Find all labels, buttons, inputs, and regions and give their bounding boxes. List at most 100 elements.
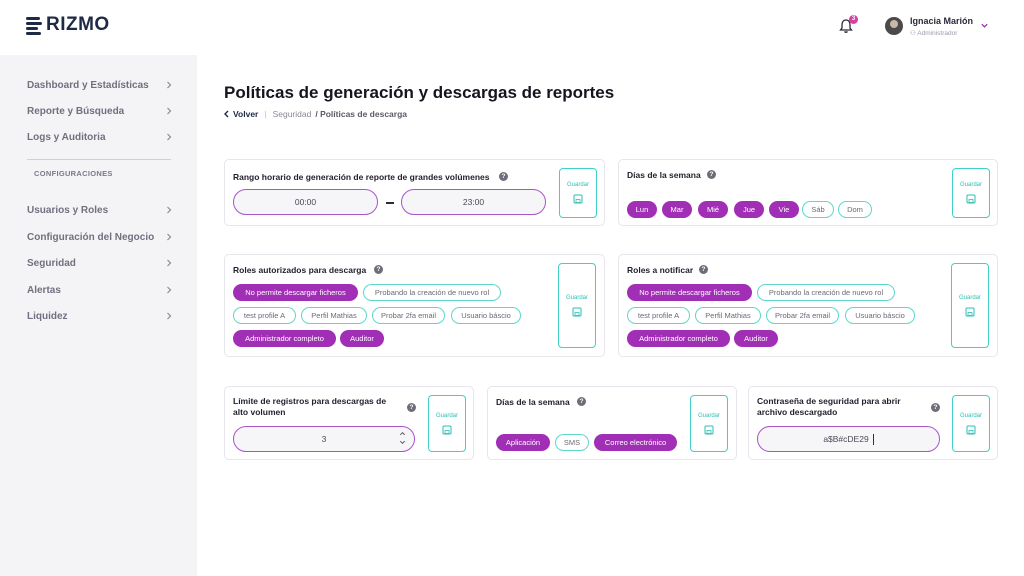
card-title: Límite de registros para descargas de al… [233, 396, 387, 417]
sidebar-item-logs[interactable]: Logs y Auditoria [27, 129, 173, 145]
day-chip-tue[interactable]: Mar [662, 201, 692, 218]
role-chip[interactable]: Administrador completo [233, 330, 336, 347]
chevron-right-icon [167, 133, 172, 141]
role-chip[interactable]: Auditor [340, 330, 384, 347]
chevron-right-icon [167, 312, 172, 320]
save-button[interactable]: Guardar [951, 263, 989, 348]
role-chip[interactable]: Administrador completo [627, 330, 730, 347]
chevron-right-icon [167, 206, 172, 214]
chevron-down-icon[interactable] [980, 21, 989, 30]
breadcrumb-parent[interactable]: Seguridad [273, 109, 312, 119]
channels-card: Días de la semana ? Aplicación SMS Corre… [487, 386, 737, 460]
help-icon[interactable]: ? [499, 172, 508, 181]
brand-logo[interactable]: RIZMO [26, 14, 110, 36]
stepper-value: 3 [321, 434, 327, 444]
card-title: Días de la semana [496, 397, 570, 407]
range-dash [386, 202, 394, 204]
role-chip[interactable]: test profile A [627, 307, 690, 324]
start-time-input[interactable]: 00:00 [233, 189, 378, 215]
breadcrumb-separator: | [264, 109, 267, 119]
role-chip[interactable]: Probando la creación de nuevo rol [363, 284, 501, 301]
card-title: Rango horario de generación de reporte d… [233, 172, 490, 182]
password-input[interactable]: a$B#cDE29 [757, 426, 940, 452]
save-button[interactable]: Guardar [690, 395, 728, 452]
text-caret [872, 433, 874, 445]
floppy-disk-icon [966, 425, 976, 434]
user-role: ⚇ Administrador [910, 30, 958, 37]
breadcrumb: Volver | Seguridad / Políticas de descar… [223, 109, 407, 119]
help-icon[interactable]: ? [407, 403, 416, 412]
floppy-disk-icon [573, 194, 583, 204]
role-chip[interactable]: Probar 2fa email [766, 307, 839, 324]
floppy-disk-icon [966, 194, 976, 204]
chevron-right-icon [167, 259, 172, 267]
card-title: Contraseña de seguridad para abrir archi… [757, 396, 901, 417]
floppy-disk-icon [965, 307, 975, 316]
sidebar-item-business-config[interactable]: Configuración del Negocio [27, 229, 173, 245]
role-chip[interactable]: No permite descargar ficheros [627, 284, 752, 301]
channel-chip-email[interactable]: Correo electrónico [594, 434, 677, 451]
channel-chip-app[interactable]: Aplicación [496, 434, 550, 451]
role-chip[interactable]: Perfil Mathias [695, 307, 761, 324]
day-chip-mon[interactable]: Lun [627, 201, 657, 218]
save-label: Guardar [435, 412, 458, 419]
save-label: Guardar [697, 412, 720, 419]
sidebar-item-reports[interactable]: Reporte y Búsqueda [27, 103, 173, 119]
help-icon[interactable]: ? [374, 265, 383, 274]
role-chip[interactable]: Auditor [734, 330, 778, 347]
user-name[interactable]: Ignacia Marión [910, 16, 973, 26]
sidebar-divider [27, 159, 171, 160]
day-chip-wed[interactable]: Mié [698, 201, 728, 218]
sidebar-item-label: Dashboard y Estadísticas [27, 79, 149, 91]
top-bar: RIZMO 3 Ignacia Marión ⚇ Administrador [0, 0, 1024, 55]
chevron-right-icon [167, 81, 172, 89]
page-title: Políticas de generación y descargas de r… [224, 83, 615, 102]
save-label: Guardar [566, 182, 589, 188]
back-link[interactable]: Volver [223, 109, 258, 119]
help-icon[interactable]: ? [577, 397, 586, 406]
sidebar-item-label: Alertas [27, 284, 61, 296]
card-title: Roles autorizados para descarga [233, 265, 367, 275]
logo-mark-icon [26, 15, 44, 35]
role-chip[interactable]: No permite descargar ficheros [233, 284, 358, 301]
day-chip-sat[interactable]: Sáb [802, 201, 834, 218]
save-button[interactable]: Guardar [952, 168, 990, 218]
help-icon[interactable]: ? [699, 265, 708, 274]
sidebar-item-users[interactable]: Usuarios y Roles [27, 202, 173, 218]
help-icon[interactable]: ? [707, 170, 716, 179]
save-button[interactable]: Guardar [952, 395, 990, 452]
sidebar-item-dashboard[interactable]: Dashboard y Estadísticas [27, 77, 173, 93]
channel-chip-sms[interactable]: SMS [555, 434, 589, 451]
save-button[interactable]: Guardar [428, 395, 466, 452]
sidebar-item-label: Seguridad [27, 257, 76, 269]
help-icon[interactable]: ? [931, 403, 940, 412]
role-chip[interactable]: Usuario báscio [451, 307, 521, 324]
sidebar: Dashboard y Estadísticas Reporte y Búsqu… [0, 55, 197, 576]
sidebar-item-label: Logs y Auditoria [27, 131, 106, 143]
save-button[interactable]: Guardar [558, 263, 596, 348]
end-time-input[interactable]: 23:00 [401, 189, 546, 215]
day-chip-sun[interactable]: Dom [838, 201, 872, 218]
save-button[interactable]: Guardar [559, 168, 597, 218]
day-chip-fri[interactable]: Vie [769, 201, 799, 218]
day-chip-thu[interactable]: Jue [734, 201, 764, 218]
sidebar-item-alerts[interactable]: Alertas [27, 282, 173, 298]
record-limit-stepper[interactable]: 3 [233, 426, 415, 452]
chevron-up-icon[interactable] [399, 430, 406, 437]
floppy-disk-icon [572, 307, 582, 316]
role-chip[interactable]: Probando la creación de nuevo rol [757, 284, 895, 301]
user-role-text: Administrador [917, 30, 958, 37]
role-chip[interactable]: test profile A [233, 307, 296, 324]
sidebar-item-label: Configuración del Negocio [27, 231, 155, 243]
role-chip[interactable]: Probar 2fa email [372, 307, 445, 324]
floppy-disk-icon [704, 425, 714, 434]
avatar[interactable] [885, 17, 903, 35]
chevron-left-icon [224, 110, 229, 118]
role-chip[interactable]: Usuario báscio [845, 307, 915, 324]
time-range-card: Rango horario de generación de reporte d… [224, 159, 605, 226]
role-chip[interactable]: Perfil Mathias [301, 307, 367, 324]
chevron-right-icon [167, 107, 172, 115]
sidebar-item-security[interactable]: Seguridad [27, 255, 173, 271]
chevron-down-icon[interactable] [399, 439, 406, 446]
sidebar-item-liquidity[interactable]: Liquidez [27, 308, 173, 324]
